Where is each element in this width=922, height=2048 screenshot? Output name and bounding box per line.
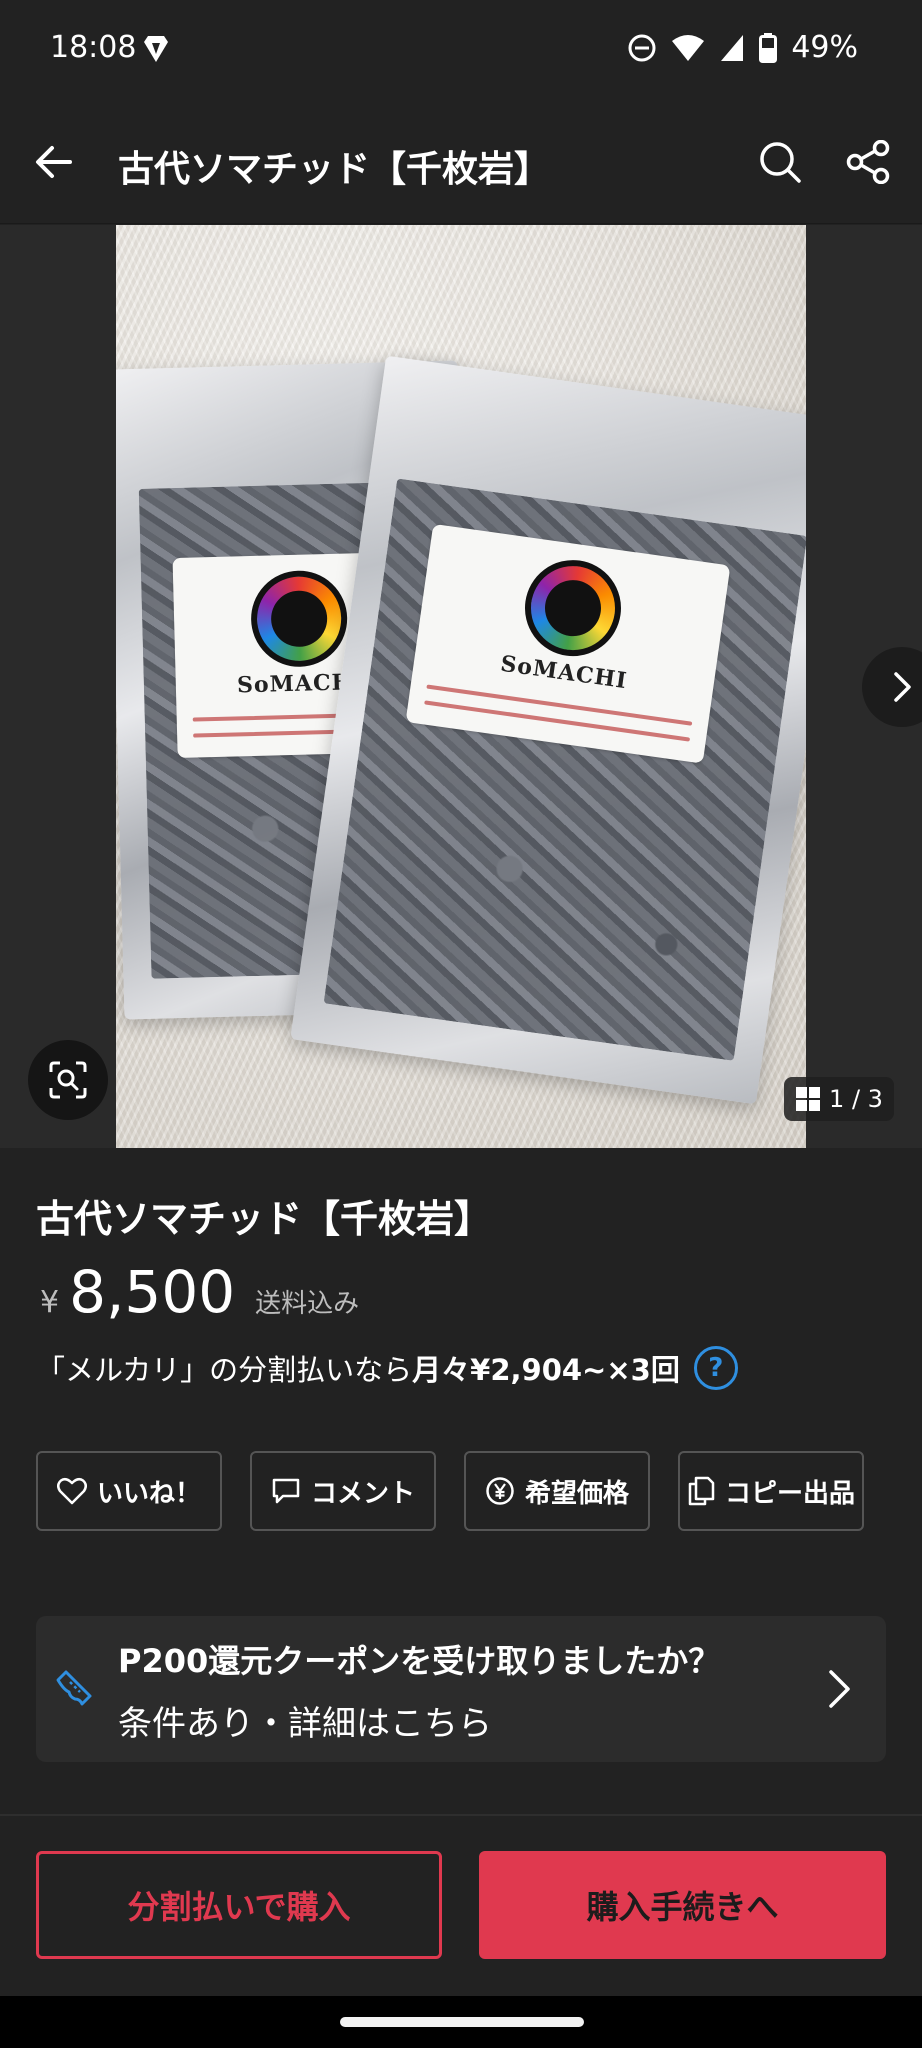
grid-icon: [796, 1087, 821, 1111]
installment-amount: 月々¥2,904~×3回: [412, 1353, 680, 1387]
price-row: ¥ 8,500 送料込み: [40, 1258, 359, 1328]
coupon-banner[interactable]: P200還元クーポンを受け取りましたか？ 条件あり・詳細はこちら: [36, 1616, 886, 1762]
status-icons: 49%: [627, 30, 858, 65]
share-button[interactable]: [836, 130, 900, 194]
image-counter-text: 1 / 3: [829, 1085, 883, 1113]
app-notification-icon: [144, 36, 168, 62]
installment-prefix: 「メルカリ」の分割払いなら: [36, 1353, 413, 1387]
status-bar: 18:08 49%: [0, 0, 922, 100]
chevron-right-icon: [894, 672, 911, 702]
image-counter[interactable]: 1 / 3: [784, 1077, 894, 1121]
copy-listing-label: コピー出品: [724, 1478, 855, 1509]
signal-icon: [721, 34, 744, 61]
wifi-icon: [672, 34, 705, 61]
comment-label: コメント: [310, 1478, 415, 1509]
arrow-left-icon: [36, 146, 72, 178]
yen-icon: [486, 1477, 514, 1505]
action-buttons: いいね！ コメント 希望価格 コピー出品: [36, 1451, 892, 1531]
product-label: SoMACHI: [405, 523, 731, 764]
brand-logo-icon: [249, 569, 349, 669]
copy-listing-button[interactable]: コピー出品: [678, 1451, 864, 1531]
next-image-button[interactable]: [862, 647, 922, 727]
search-button[interactable]: [748, 130, 812, 194]
battery-icon: [759, 32, 778, 63]
installment-purchase-button[interactable]: 分割払いで購入: [36, 1851, 442, 1959]
product-title: 古代ソマチッド【千枚岩】: [36, 1197, 493, 1241]
do-not-disturb-icon: [628, 34, 656, 61]
image-carousel[interactable]: SoMACHI SoMACHI 1 / 3: [0, 225, 922, 1148]
ticket-icon: [56, 1670, 92, 1706]
purchase-bar: 分割払いで購入 購入手続きへ: [0, 1816, 922, 1996]
search-icon: [760, 142, 801, 183]
installment-info: 「メルカリ」の分割払いなら 月々¥2,904~×3回 ?: [36, 1346, 738, 1390]
share-icon: [846, 140, 890, 184]
image-search-button[interactable]: [28, 1040, 108, 1120]
home-indicator[interactable]: [340, 2017, 584, 2027]
top-app-bar: 古代ソマチッド【千枚岩】: [0, 100, 922, 224]
price-value: 8,500: [69, 1258, 236, 1326]
comment-button[interactable]: コメント: [250, 1451, 436, 1531]
copy-icon: [688, 1476, 715, 1506]
product-photo[interactable]: SoMACHI SoMACHI: [116, 225, 806, 1148]
purchase-button[interactable]: 購入手続きへ: [479, 1851, 886, 1959]
heart-icon: [56, 1477, 87, 1505]
page-title: 古代ソマチッド【千枚岩】: [118, 149, 551, 190]
chevron-right-icon: [829, 1670, 850, 1708]
like-label: いいね！: [96, 1478, 201, 1509]
coupon-subtitle: 条件あり・詳細はこちら: [118, 1704, 492, 1744]
brand-logo-icon: [518, 553, 628, 663]
offer-price-button[interactable]: 希望価格: [464, 1451, 650, 1531]
screen: 18:08 49% 古代ソマチッド【千枚岩】 SoMACHI SoMACHI 1…: [0, 0, 922, 2048]
shipping-label: 送料込み: [255, 1289, 360, 1319]
coupon-title: P200還元クーポンを受け取りましたか？: [118, 1642, 721, 1680]
help-icon[interactable]: ?: [693, 1346, 738, 1390]
like-button[interactable]: いいね！: [36, 1451, 222, 1531]
price-currency: ¥: [40, 1285, 60, 1320]
lens-search-icon: [49, 1061, 87, 1099]
comment-icon: [272, 1478, 300, 1504]
status-time: 18:08: [50, 30, 137, 65]
system-nav-bar: [0, 1996, 922, 2048]
back-button[interactable]: [24, 132, 84, 192]
offer-price-label: 希望価格: [524, 1478, 629, 1509]
battery-percent: 49%: [791, 30, 858, 65]
